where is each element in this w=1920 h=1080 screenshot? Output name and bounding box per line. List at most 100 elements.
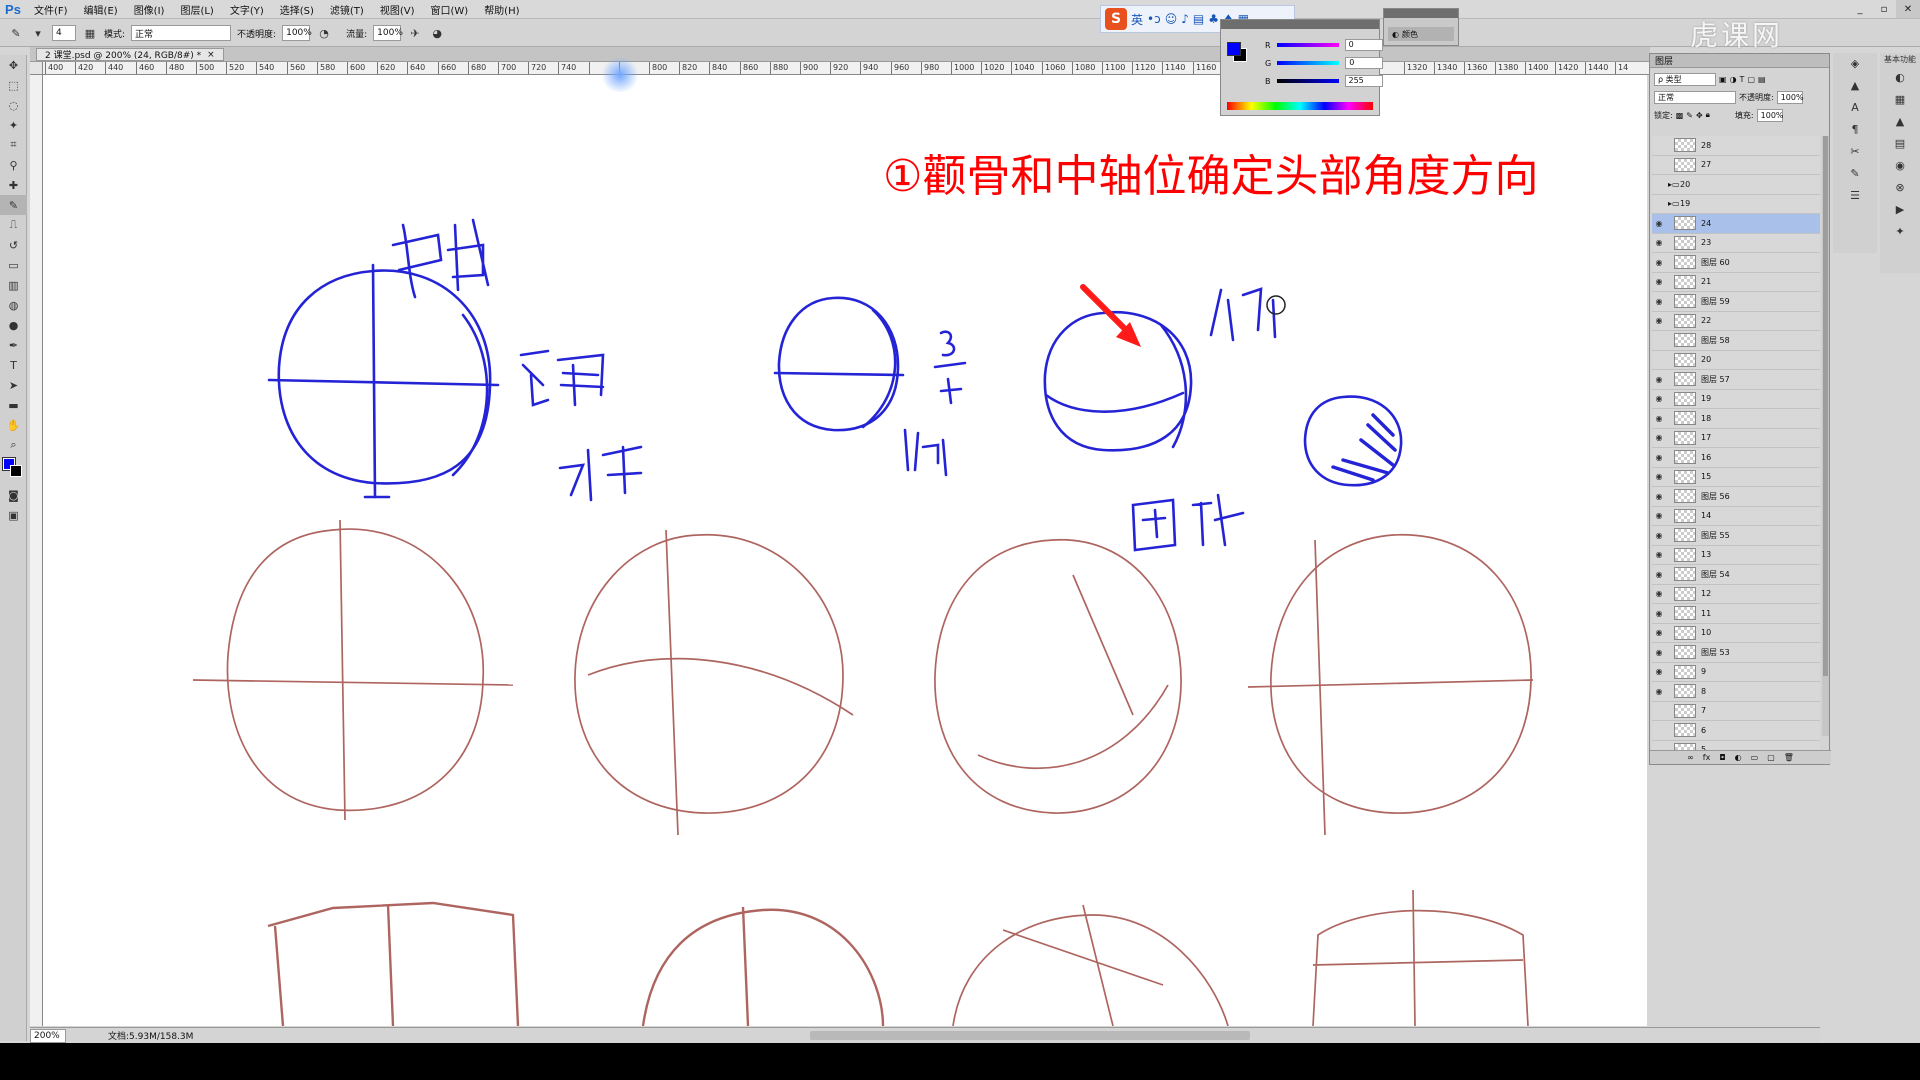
layer-row[interactable]: ◉ 图层 53 — [1652, 643, 1820, 663]
eye-icon[interactable]: ◉ — [1652, 258, 1666, 267]
layer-row[interactable]: 6 — [1652, 721, 1820, 741]
brush-tool-icon[interactable]: ✎ — [0, 195, 27, 215]
move-tool-icon[interactable]: ✥ — [0, 55, 27, 75]
marquee-tool-icon[interactable]: ⬚ — [0, 75, 27, 95]
layer-row[interactable]: ◉ 24 — [1652, 214, 1820, 234]
eraser-tool-icon[interactable]: ▭ — [0, 255, 27, 275]
layer-row[interactable]: ◉ 16 — [1652, 448, 1820, 468]
eyedropper-tool-icon[interactable]: ⚲ — [0, 155, 27, 175]
maximize-button[interactable]: ▫ — [1872, 0, 1896, 18]
layer-row[interactable]: ◉ 图层 60 — [1652, 253, 1820, 273]
layer-filter-select[interactable]: ρ 类型 — [1654, 72, 1716, 86]
fg-color-swatch[interactable] — [1227, 42, 1241, 56]
menu-window[interactable]: 窗口(W) — [422, 2, 476, 17]
close-icon[interactable]: × — [207, 50, 215, 60]
color-panel-header[interactable] — [1221, 20, 1379, 29]
red-value-field[interactable]: 0 — [1344, 39, 1383, 51]
eye-icon[interactable]: ◉ — [1652, 687, 1666, 696]
folder-icon[interactable]: ▸▭ — [1668, 199, 1680, 208]
layer-row[interactable]: ◉ 17 — [1652, 428, 1820, 448]
layer-row[interactable]: 28 — [1652, 136, 1820, 156]
brush-tool-icon[interactable]: ✎ — [8, 25, 24, 41]
folder-icon[interactable]: ▸▭ — [1668, 180, 1680, 189]
eye-icon[interactable]: ◉ — [1652, 492, 1666, 501]
histogram-dock-icon[interactable]: ▲ — [1833, 75, 1877, 97]
eye-icon[interactable]: ◉ — [1652, 297, 1666, 306]
filter-pixel-icon[interactable]: ▣ — [1719, 75, 1727, 84]
red-slider[interactable] — [1276, 43, 1339, 47]
horizontal-scrollbar[interactable] — [810, 1031, 1250, 1040]
document-tab[interactable]: 2 课堂.psd @ 200% (24, RGB/8#) * × — [36, 48, 224, 61]
eye-icon[interactable]: ◉ — [1652, 219, 1666, 228]
menu-help[interactable]: 帮助(H) — [476, 2, 527, 17]
new-group-icon[interactable]: ▭ — [1751, 753, 1759, 762]
layer-opacity-field[interactable]: 100% — [1776, 90, 1804, 104]
character-dock-icon[interactable]: A — [1833, 97, 1877, 119]
airbrush-icon[interactable]: ✈ — [407, 25, 423, 41]
color-swatches[interactable] — [0, 455, 27, 485]
pressure-size-icon[interactable]: ◕ — [429, 25, 445, 41]
ime-language[interactable]: 英 — [1131, 11, 1143, 28]
eye-icon[interactable]: ◉ — [1652, 277, 1666, 286]
layers-scroll-thumb[interactable] — [1823, 136, 1828, 676]
brush-preset-dropdown[interactable]: ▾ — [30, 25, 46, 41]
menu-file[interactable]: 文件(F) — [26, 2, 76, 17]
punctuation-icon[interactable]: •ͻ — [1147, 12, 1161, 26]
paragraph-dock-icon[interactable]: ¶ — [1833, 119, 1877, 141]
layer-row[interactable]: ◉ 图层 57 — [1652, 370, 1820, 390]
layer-row[interactable]: ◉ 18 — [1652, 409, 1820, 429]
swatches-dock-icon[interactable]: ▦ — [1880, 89, 1920, 111]
lock-paint-icon[interactable]: ✎ — [1686, 111, 1693, 120]
layers-tab[interactable]: 图层 — [1650, 54, 1829, 68]
path-select-tool-icon[interactable]: ➤ — [0, 375, 27, 395]
layer-row[interactable]: ◉ 23 — [1652, 233, 1820, 253]
eye-icon[interactable]: ◉ — [1652, 589, 1666, 598]
filter-shape-icon[interactable]: ▢ — [1747, 75, 1755, 84]
close-button[interactable]: ✕ — [1896, 0, 1920, 18]
layer-row[interactable]: ◉ 15 — [1652, 467, 1820, 487]
layer-row[interactable]: ▸▭ 20 — [1652, 175, 1820, 195]
filter-type-icon[interactable]: T — [1740, 75, 1745, 84]
zoom-level-field[interactable]: 200% — [30, 1028, 66, 1043]
blue-slider[interactable] — [1276, 79, 1339, 83]
document-canvas[interactable]: ①颧骨和中轴位确定头部角度方向 — [43, 75, 1647, 1026]
eye-icon[interactable]: ◉ — [1652, 570, 1666, 579]
layer-row[interactable]: ◉ 21 — [1652, 272, 1820, 292]
layer-row[interactable]: 7 — [1652, 701, 1820, 721]
collapsed-panel-header[interactable] — [1384, 9, 1458, 18]
hand-tool-icon[interactable]: ✋ — [0, 415, 27, 435]
lasso-tool-icon[interactable]: ◌ — [0, 95, 27, 115]
layer-row[interactable]: ▸▭ 19 — [1652, 194, 1820, 214]
layer-fill-field[interactable]: 100% — [1756, 108, 1784, 122]
layer-row[interactable]: ◉ 19 — [1652, 389, 1820, 409]
vertical-ruler[interactable] — [30, 75, 43, 1026]
navigator-dock-icon[interactable]: ▲ — [1880, 111, 1920, 133]
opacity-field[interactable]: 100% — [282, 25, 312, 41]
link-layers-icon[interactable]: ∞ — [1687, 753, 1694, 762]
eye-icon[interactable]: ◉ — [1652, 667, 1666, 676]
emoji-icon[interactable]: ☺ — [1165, 12, 1178, 26]
menu-select[interactable]: 选择(S) — [272, 2, 322, 17]
layer-row[interactable]: ◉ 图层 55 — [1652, 526, 1820, 546]
eye-icon[interactable]: ◉ — [1652, 394, 1666, 403]
type-tool-icon[interactable]: T — [0, 355, 27, 375]
ruler-corner[interactable] — [30, 62, 43, 75]
crop-tool-icon[interactable]: ⌗ — [0, 135, 27, 155]
mode-select[interactable]: 正常 — [131, 25, 232, 41]
menu-edit[interactable]: 编辑(E) — [76, 2, 126, 17]
skin-icon[interactable]: ♣ — [1208, 12, 1219, 26]
zoom-tool-icon[interactable]: ⌕ — [0, 435, 27, 455]
layer-row[interactable]: ◉ 11 — [1652, 604, 1820, 624]
shape-tool-icon[interactable]: ▬ — [0, 395, 27, 415]
eye-icon[interactable]: ◉ — [1652, 511, 1666, 520]
layer-style-icon[interactable]: fx — [1703, 753, 1711, 762]
color-dock-icon[interactable]: ◐ — [1880, 67, 1920, 89]
layer-row[interactable]: ◉ 14 — [1652, 506, 1820, 526]
brush-size-field[interactable]: 4 — [52, 25, 76, 41]
horizontal-ruler[interactable]: 400 420 440 460 480 500 520 540 560 580 600 620 640 6… — [43, 62, 1653, 75]
delete-layer-icon[interactable]: 🗑︎ — [1784, 753, 1794, 762]
quick-select-tool-icon[interactable]: ✦ — [0, 115, 27, 135]
actions-dock-icon[interactable]: ▶ — [1880, 199, 1920, 221]
eye-icon[interactable]: ◉ — [1652, 375, 1666, 384]
eye-icon[interactable]: ◉ — [1652, 453, 1666, 462]
